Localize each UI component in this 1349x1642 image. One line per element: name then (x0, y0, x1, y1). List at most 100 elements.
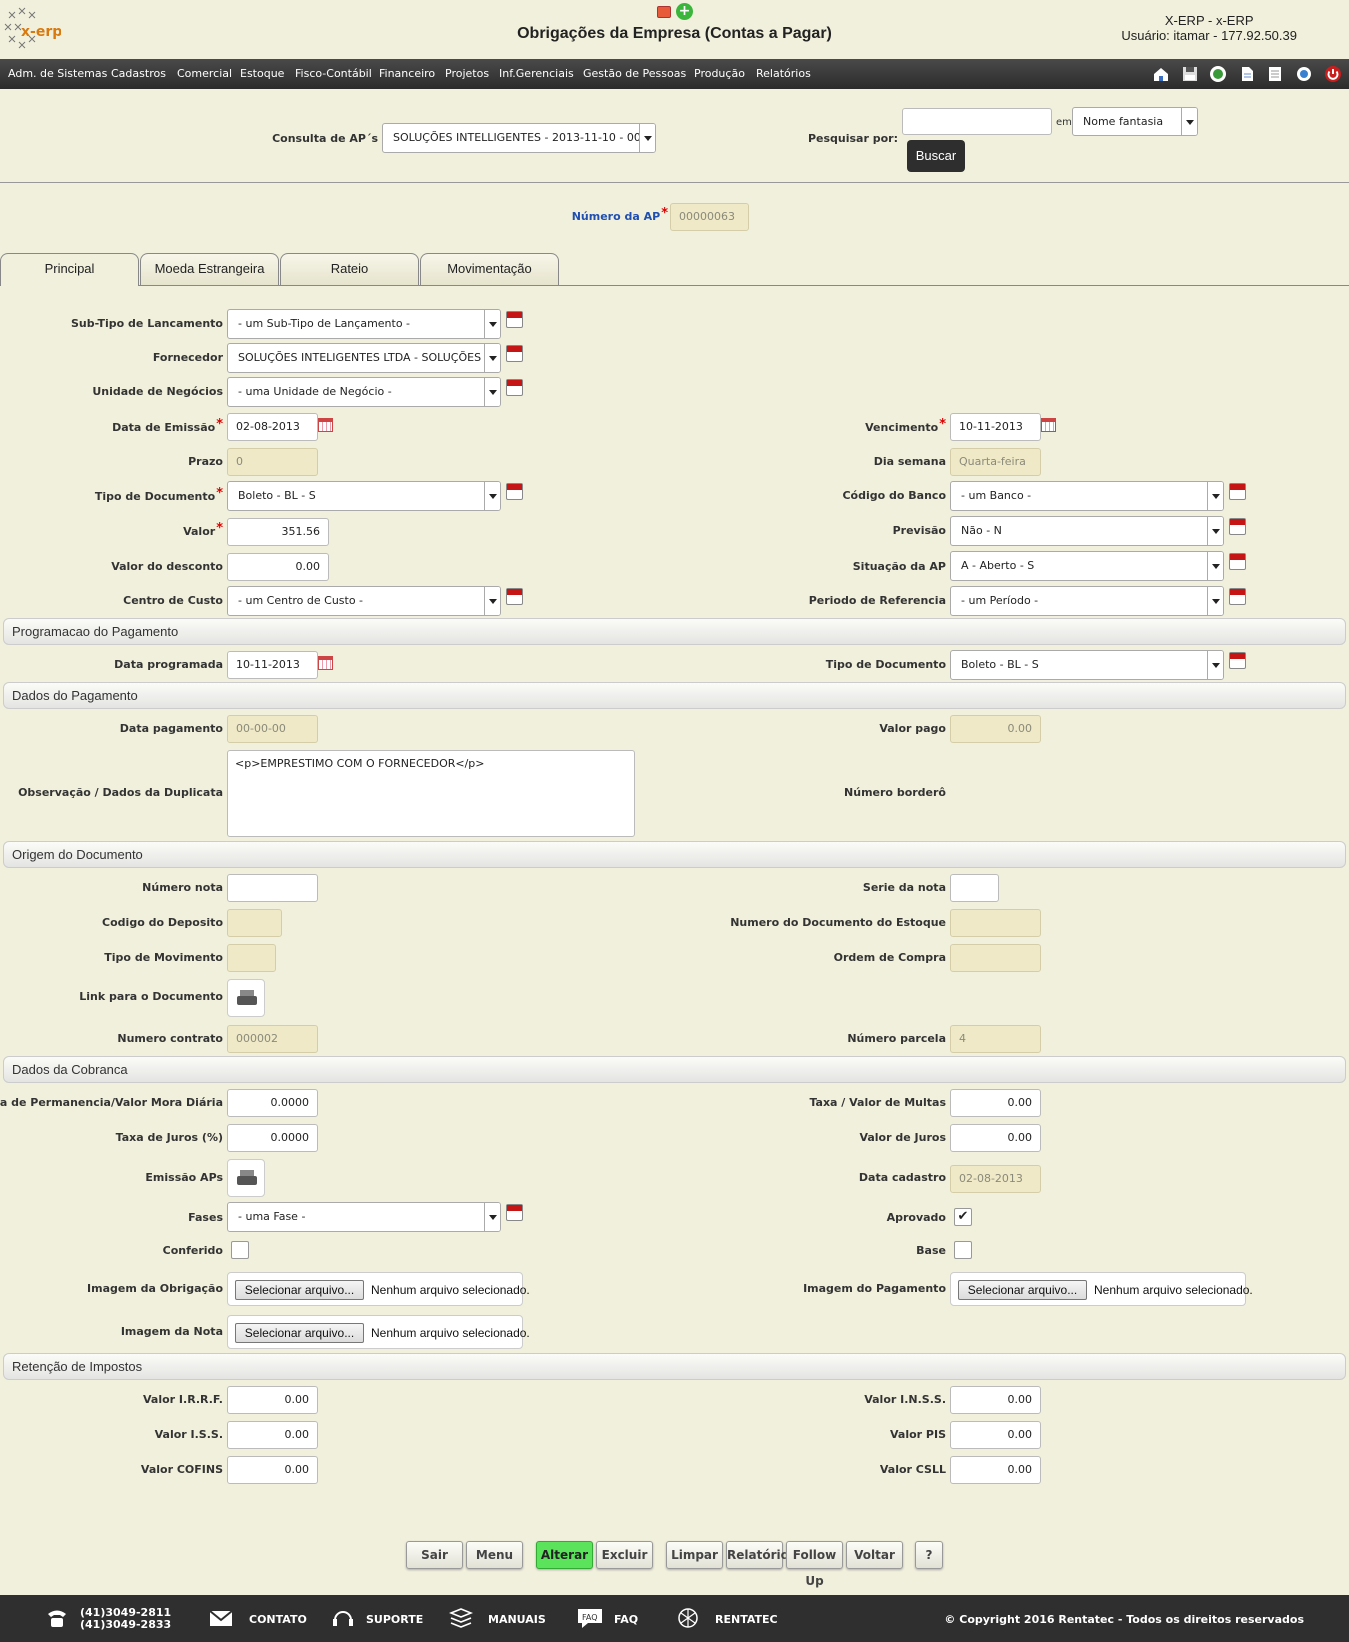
menu-inf-gerenciais[interactable]: Inf.Gerenciais (499, 67, 574, 80)
data-emissao-field[interactable]: 02-08-2013 (227, 413, 318, 441)
date-picker-icon[interactable] (318, 656, 333, 670)
previsao-select[interactable]: Não - N (950, 516, 1224, 546)
valor-field[interactable]: 351.56 (227, 518, 329, 546)
base-checkbox[interactable] (954, 1241, 972, 1259)
relatorio-button[interactable]: Relatório (726, 1541, 789, 1569)
date-picker-icon[interactable] (318, 418, 333, 432)
calendar-icon[interactable] (1229, 483, 1246, 500)
suporte-link[interactable]: SUPORTE (366, 1613, 423, 1626)
date-picker-icon[interactable] (1041, 418, 1056, 432)
data-programada-field[interactable]: 10-11-2013 (227, 651, 318, 679)
ordem-compra-field[interactable] (950, 944, 1041, 972)
numero-nota-field[interactable] (227, 874, 318, 902)
calendar-icon[interactable] (1229, 588, 1246, 605)
fases-select[interactable]: - uma Fase - (227, 1202, 501, 1232)
pis-field[interactable]: 0.00 (950, 1421, 1041, 1449)
centro-custo-select[interactable]: - um Centro de Custo - (227, 586, 501, 616)
calendar-icon[interactable] (506, 588, 523, 605)
file-select-button[interactable]: Selecionar arquivo... (235, 1323, 364, 1343)
numero-parcela-field[interactable]: 4 (950, 1025, 1041, 1053)
menu-producao[interactable]: Produção (694, 67, 745, 80)
contato-link[interactable]: CONTATO (249, 1613, 307, 1626)
calendar-icon[interactable] (506, 379, 523, 396)
consulta-select[interactable]: SOLUÇÕES INTELLIGENTES - 2013-11-10 - 00… (382, 123, 656, 153)
voltar-button[interactable]: Voltar (846, 1541, 903, 1569)
periodo-select[interactable]: - um Período - (950, 586, 1224, 616)
alterar-button[interactable]: Alterar (536, 1541, 593, 1569)
dia-semana-field[interactable]: Quarta-feira (950, 448, 1041, 476)
menu-comercial[interactable]: Comercial (177, 67, 232, 80)
file-select-button[interactable]: Selecionar arquivo... (235, 1280, 364, 1300)
data-pagamento-field[interactable]: 00-00-00 (227, 715, 318, 743)
headset-icon[interactable] (331, 1606, 355, 1630)
add-icon[interactable]: + (676, 3, 693, 20)
subtipo-select[interactable]: - um Sub-Tipo de Lançamento - (227, 309, 501, 339)
menu-estoque[interactable]: Estoque (240, 67, 284, 80)
file-select-button[interactable]: Selecionar arquivo... (958, 1280, 1087, 1300)
calendar-icon[interactable] (1229, 518, 1246, 535)
prog-tipo-documento-select[interactable]: Boleto - BL - S (950, 650, 1224, 680)
taxa-juros-field[interactable]: 0.0000 (227, 1124, 318, 1152)
tab-principal[interactable]: Principal (0, 253, 139, 286)
manuais-link[interactable]: MANUAIS (488, 1613, 546, 1626)
link-documento-button[interactable] (227, 979, 265, 1017)
tab-rateio[interactable]: Rateio (280, 253, 419, 285)
books-icon[interactable] (448, 1606, 474, 1630)
tab-moeda-estrangeira[interactable]: Moeda Estrangeira (140, 253, 279, 285)
power-icon[interactable] (1324, 65, 1342, 83)
follow-up-button[interactable]: Follow Up (786, 1541, 843, 1588)
faq-link[interactable]: FAQ (614, 1613, 638, 1626)
taxa-multas-field[interactable]: 0.00 (950, 1089, 1041, 1117)
search-button[interactable]: Buscar (907, 140, 965, 172)
limpar-button[interactable]: Limpar (666, 1541, 723, 1569)
calendar-icon[interactable] (506, 483, 523, 500)
calendar-icon[interactable] (506, 311, 523, 328)
help-button[interactable]: ? (915, 1541, 943, 1569)
valor-juros-field[interactable]: 0.00 (950, 1124, 1041, 1152)
rentatec-icon[interactable] (676, 1606, 700, 1630)
inss-field[interactable]: 0.00 (950, 1386, 1041, 1414)
chat-icon[interactable] (1295, 65, 1313, 83)
data-cadastro-field[interactable]: 02-08-2013 (950, 1165, 1041, 1193)
iss-field[interactable]: 0.00 (227, 1421, 318, 1449)
tab-movimentacao[interactable]: Movimentação (420, 253, 559, 285)
csll-field[interactable]: 0.00 (950, 1456, 1041, 1484)
menu-financeiro[interactable]: Financeiro (379, 67, 435, 80)
mail-icon[interactable] (209, 1606, 233, 1630)
home-icon[interactable] (1152, 65, 1170, 83)
conferido-checkbox[interactable] (231, 1241, 249, 1259)
tipo-documento-select[interactable]: Boleto - BL - S (227, 481, 501, 511)
codigo-banco-select[interactable]: - um Banco - (950, 481, 1224, 511)
report-pdf-icon[interactable] (657, 6, 671, 18)
menu-projetos[interactable]: Projetos (445, 67, 489, 80)
codigo-deposito-field[interactable] (227, 909, 282, 937)
calendar-icon[interactable] (506, 1204, 523, 1221)
excluir-button[interactable]: Excluir (596, 1541, 653, 1569)
sair-button[interactable]: Sair (406, 1541, 463, 1569)
numero-contrato-field[interactable]: 000002 (227, 1025, 318, 1053)
search-field-select[interactable]: Nome fantasia (1072, 107, 1198, 136)
menu-button[interactable]: Menu (466, 1541, 523, 1569)
serie-nota-field[interactable] (950, 874, 999, 902)
document-icon[interactable] (1238, 65, 1256, 83)
cofins-field[interactable]: 0.00 (227, 1456, 318, 1484)
report-icon[interactable] (1266, 65, 1284, 83)
num-doc-estoque-field[interactable] (950, 909, 1041, 937)
menu-cadastros[interactable]: Cadastros (111, 67, 166, 80)
unidade-select[interactable]: - uma Unidade de Negócio - (227, 377, 501, 407)
emissao-aps-button[interactable] (227, 1159, 265, 1197)
valor-desconto-field[interactable]: 0.00 (227, 553, 329, 581)
menu-relatorios[interactable]: Relatórios (756, 67, 811, 80)
calendar-icon[interactable] (506, 345, 523, 362)
calendar-icon[interactable] (1229, 553, 1246, 570)
numero-ap-field[interactable]: 00000063 (670, 203, 749, 231)
calendar-icon[interactable] (1229, 652, 1246, 669)
faq-icon[interactable]: FAQ (576, 1606, 606, 1630)
menu-adm-sistemas[interactable]: Adm. de Sistemas (8, 67, 107, 80)
search-input[interactable] (902, 108, 1052, 135)
observacao-textarea[interactable]: <p>EMPRESTIMO COM O FORNECEDOR</p> (227, 750, 635, 837)
fornecedor-select[interactable]: SOLUÇÕES INTELIGENTES LTDA - SOLUÇÕES IN… (227, 343, 501, 373)
prazo-field[interactable]: 0 (227, 448, 318, 476)
tipo-movimento-field[interactable] (227, 944, 276, 972)
aprovado-checkbox[interactable]: ✔ (954, 1208, 972, 1226)
